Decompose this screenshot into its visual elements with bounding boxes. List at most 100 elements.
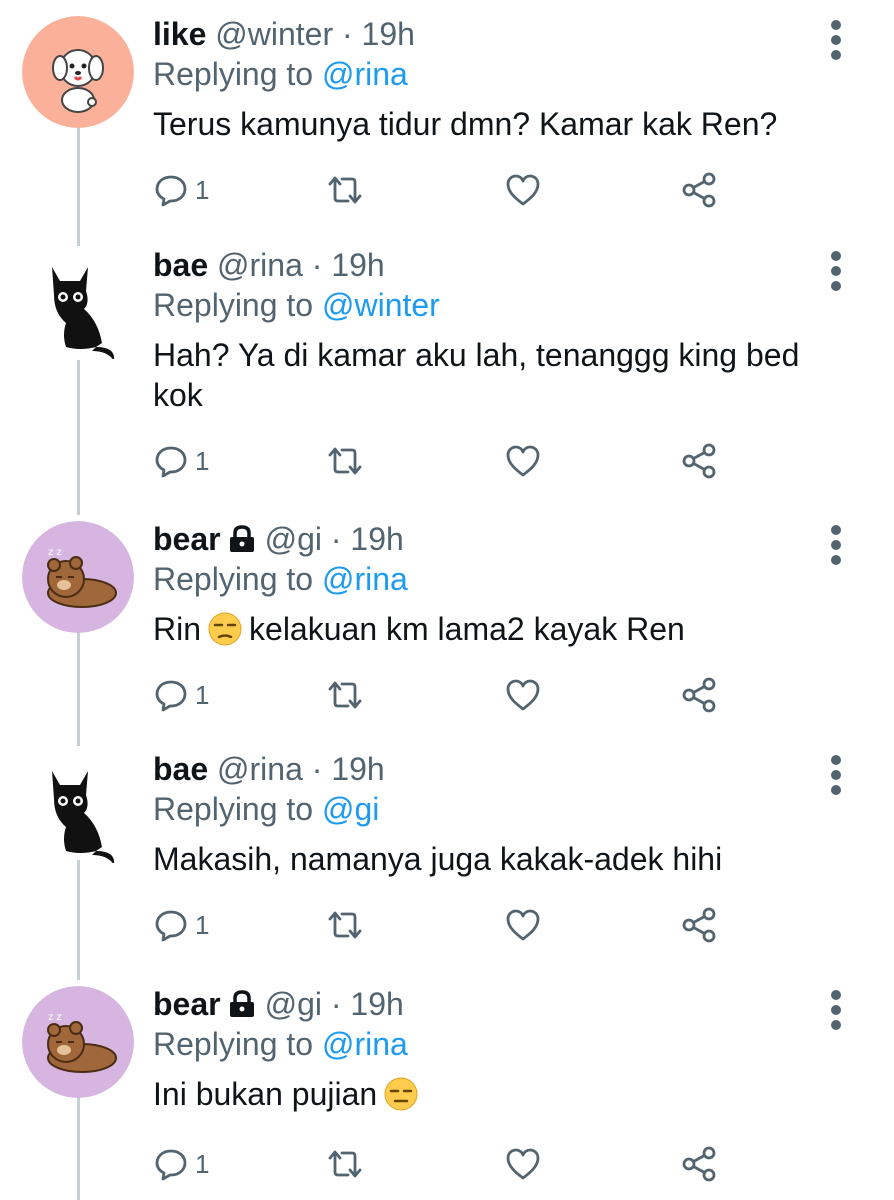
share-button[interactable] bbox=[681, 168, 717, 212]
reply-count: 1 bbox=[195, 909, 210, 940]
replying-to: Replying to @rina bbox=[153, 559, 408, 599]
cat-avatar[interactable] bbox=[22, 751, 134, 863]
heart-icon bbox=[506, 679, 540, 711]
svg-text:z z: z z bbox=[48, 1012, 62, 1023]
reply-handle-link[interactable]: @winter bbox=[322, 287, 440, 323]
tweet[interactable]: z z bear @gi · 19h Replying to @rina Rin k… bbox=[0, 505, 894, 735]
like-button[interactable] bbox=[505, 673, 541, 717]
reply-count: 1 bbox=[195, 174, 210, 205]
replying-label: Replying to bbox=[153, 1026, 314, 1062]
display-name[interactable]: bear bbox=[153, 521, 221, 557]
separator: · bbox=[330, 521, 342, 557]
more-icon[interactable] bbox=[826, 20, 846, 60]
expressionless-face-emoji bbox=[384, 1077, 418, 1111]
tweet-actions: 1 bbox=[153, 903, 753, 947]
timestamp[interactable]: 19h bbox=[350, 986, 403, 1022]
reply-count: 1 bbox=[195, 679, 210, 710]
user-handle[interactable]: @rina bbox=[217, 751, 303, 787]
reply-handle-link[interactable]: @rina bbox=[322, 561, 408, 597]
tweet-text: Makasih, namanya juga kakak-adek hihi bbox=[153, 841, 723, 877]
retweet-icon bbox=[328, 176, 362, 204]
retweet-icon bbox=[328, 681, 362, 709]
reply-handle-link[interactable]: @rina bbox=[322, 56, 408, 92]
reply-button[interactable]: 1 bbox=[153, 673, 209, 717]
share-button[interactable] bbox=[681, 439, 717, 483]
like-button[interactable] bbox=[505, 439, 541, 483]
retweet-button[interactable] bbox=[325, 903, 365, 947]
user-handle[interactable]: @gi bbox=[265, 986, 322, 1022]
replying-label: Replying to bbox=[153, 287, 314, 323]
tweet-text: Rin kelakuan km lama2 kayak Ren bbox=[153, 609, 833, 649]
retweet-icon bbox=[328, 911, 362, 939]
reply-button[interactable]: 1 bbox=[153, 168, 209, 212]
dog-avatar[interactable] bbox=[22, 16, 134, 128]
tweet-text: Ini bukan pujian bbox=[153, 1074, 833, 1114]
reply-icon bbox=[155, 910, 187, 942]
reply-handle-link[interactable]: @rina bbox=[322, 1026, 408, 1062]
timestamp[interactable]: 19h bbox=[331, 751, 384, 787]
separator: · bbox=[311, 247, 323, 283]
share-icon bbox=[682, 907, 716, 943]
reply-button[interactable]: 1 bbox=[153, 439, 209, 483]
retweet-button[interactable] bbox=[325, 1142, 365, 1186]
share-icon bbox=[682, 1146, 716, 1182]
tweet-header: bear @gi · 19h bbox=[153, 984, 404, 1024]
heart-icon bbox=[506, 909, 540, 941]
tweet-actions: 1 bbox=[153, 673, 753, 717]
replying-to: Replying to @gi bbox=[153, 789, 379, 829]
lock-icon bbox=[229, 525, 254, 552]
tweet[interactable]: bae @rina · 19h Replying to @winter Hah?… bbox=[0, 231, 894, 501]
tweet[interactable]: like @winter · 19h Replying to @rina Ter… bbox=[0, 0, 894, 230]
share-button[interactable] bbox=[681, 1142, 717, 1186]
display-name[interactable]: bae bbox=[153, 247, 208, 283]
share-button[interactable] bbox=[681, 673, 717, 717]
display-name[interactable]: like bbox=[153, 16, 206, 52]
replying-label: Replying to bbox=[153, 561, 314, 597]
reply-handle-link[interactable]: @gi bbox=[322, 791, 379, 827]
cat-avatar[interactable] bbox=[22, 247, 134, 359]
display-name[interactable]: bae bbox=[153, 751, 208, 787]
lock-icon bbox=[229, 990, 254, 1017]
user-handle[interactable]: @gi bbox=[265, 521, 322, 557]
tweet[interactable]: bae @rina · 19h Replying to @gi Makasih,… bbox=[0, 735, 894, 970]
separator: · bbox=[342, 16, 353, 52]
replying-to: Replying to @rina bbox=[153, 1024, 408, 1064]
share-icon bbox=[682, 172, 716, 208]
more-icon[interactable] bbox=[826, 251, 846, 291]
unamused-face-emoji bbox=[208, 612, 242, 646]
more-icon[interactable] bbox=[826, 990, 846, 1030]
like-button[interactable] bbox=[505, 903, 541, 947]
separator: · bbox=[330, 986, 342, 1022]
tweet-header: like @winter · 19h bbox=[153, 14, 415, 54]
heart-icon bbox=[506, 445, 540, 477]
reply-button[interactable]: 1 bbox=[153, 903, 209, 947]
tweet-text: Hah? Ya di kamar aku lah, tenanggg king … bbox=[153, 337, 800, 413]
retweet-button[interactable] bbox=[325, 673, 365, 717]
separator: · bbox=[311, 751, 323, 787]
timestamp[interactable]: 19h bbox=[350, 521, 403, 557]
retweet-button[interactable] bbox=[325, 439, 365, 483]
like-button[interactable] bbox=[505, 168, 541, 212]
tweet-text-part: Rin bbox=[153, 611, 202, 647]
replying-to: Replying to @winter bbox=[153, 285, 440, 325]
replying-to: Replying to @rina bbox=[153, 54, 408, 94]
share-button[interactable] bbox=[681, 903, 717, 947]
display-name[interactable]: bear bbox=[153, 986, 221, 1022]
more-icon[interactable] bbox=[826, 755, 846, 795]
tweet[interactable]: z z bear @gi · 19h Replying to @rina Ini … bbox=[0, 970, 894, 1200]
timestamp[interactable]: 19h bbox=[362, 16, 415, 52]
bear-avatar[interactable]: z z bbox=[22, 986, 134, 1098]
user-handle[interactable]: @rina bbox=[217, 247, 303, 283]
heart-icon bbox=[506, 174, 540, 206]
bear-avatar[interactable]: z z bbox=[22, 521, 134, 633]
reply-count: 1 bbox=[195, 445, 210, 476]
tweet-header: bae @rina · 19h bbox=[153, 245, 385, 285]
svg-text:z z: z z bbox=[48, 547, 62, 558]
retweet-button[interactable] bbox=[325, 168, 365, 212]
reply-button[interactable]: 1 bbox=[153, 1142, 209, 1186]
user-handle[interactable]: @winter bbox=[215, 16, 333, 52]
like-button[interactable] bbox=[505, 1142, 541, 1186]
tweet-text-part: Ini bukan pujian bbox=[153, 1076, 378, 1112]
timestamp[interactable]: 19h bbox=[331, 247, 384, 283]
more-icon[interactable] bbox=[826, 525, 846, 565]
